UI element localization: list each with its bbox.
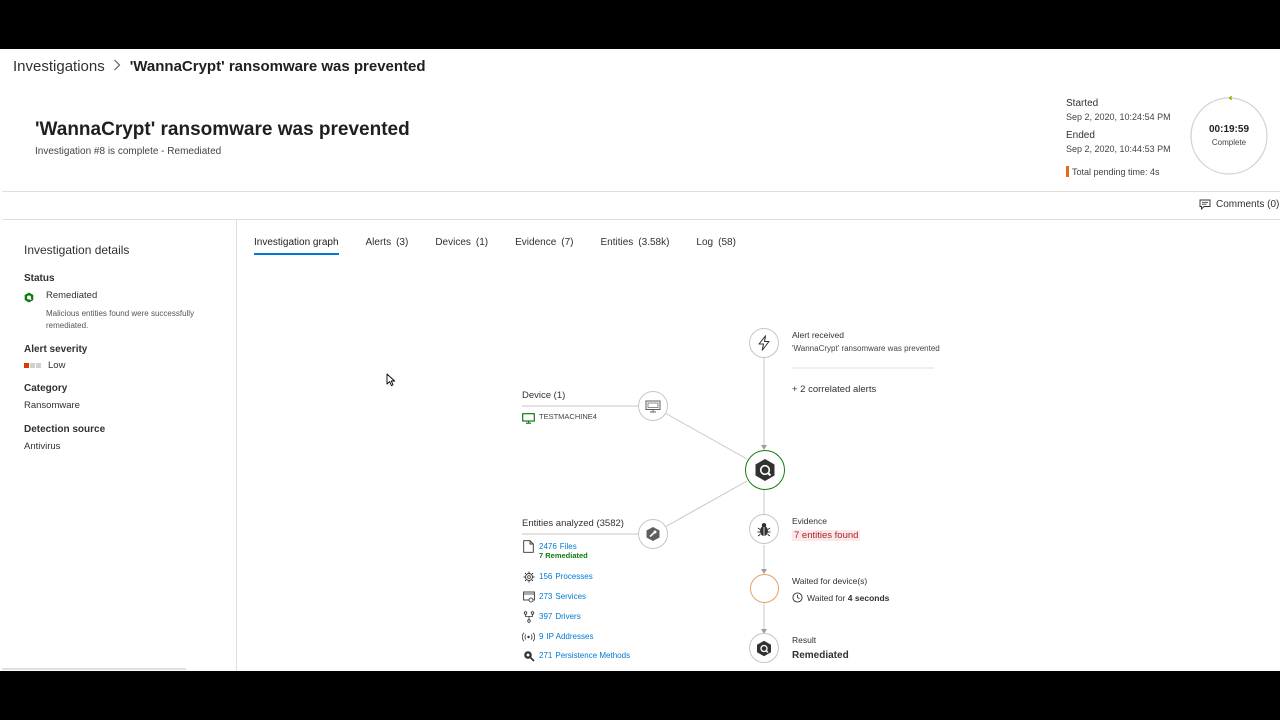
entity-drivers[interactable]: 397 Drivers: [522, 610, 581, 623]
persistence-icon: [522, 649, 535, 662]
file-icon: [522, 540, 535, 553]
alert-received-label: Alert received: [792, 330, 844, 340]
alert-node[interactable]: [749, 328, 779, 358]
computer-icon: [645, 400, 661, 412]
alert-name: 'WannaCrypt' ransomware was prevented: [792, 344, 940, 353]
result-value: Remediated: [792, 650, 849, 661]
lightning-icon: [758, 335, 770, 351]
device-node[interactable]: [638, 391, 668, 421]
broadcast-icon: [522, 630, 535, 643]
investigation-hub-node[interactable]: [745, 450, 785, 490]
mouse-cursor-icon: [386, 373, 396, 392]
bug-icon: [757, 522, 771, 536]
entity-files[interactable]: 2476 Files 7 Remediated: [522, 540, 588, 560]
waited-label: Waited for device(s): [792, 576, 868, 586]
result-shield-icon: [757, 640, 771, 656]
files-remediated-count: 7 Remediated: [539, 551, 588, 560]
service-icon: [522, 590, 535, 603]
result-node[interactable]: [749, 633, 779, 663]
correlated-alerts-link[interactable]: + 2 correlated alerts: [792, 384, 876, 395]
waiting-node[interactable]: [750, 574, 779, 603]
driver-icon: [522, 610, 535, 623]
investigation-page: Investigations 'WannaCrypt' ransomware w…: [0, 49, 1280, 671]
entity-processes[interactable]: 156 Processes: [522, 570, 593, 583]
result-label: Result: [792, 635, 817, 645]
entities-shield-icon: [646, 527, 660, 541]
entity-ip-addresses[interactable]: 9 IP Addresses: [522, 630, 593, 643]
device-name[interactable]: TESTMACHINE4: [539, 412, 597, 421]
clock-icon: [792, 592, 803, 603]
entity-services[interactable]: 273 Services: [522, 590, 586, 603]
investigation-shield-icon: [755, 459, 775, 481]
entity-persistence-methods[interactable]: 271 Persistence Methods: [522, 649, 630, 662]
evidence-node[interactable]: [749, 514, 779, 544]
evidence-value[interactable]: 7 entities found: [792, 530, 861, 541]
device-label: Device (1): [522, 390, 566, 401]
graph-edges: [522, 357, 934, 634]
gear-icon: [522, 570, 535, 583]
entities-label: Entities analyzed (3582): [522, 518, 624, 529]
horizontal-scrollbar[interactable]: [2, 668, 186, 670]
waited-duration: Waited for 4 seconds: [792, 592, 889, 603]
entities-node[interactable]: [638, 519, 668, 549]
device-monitor-icon: [522, 411, 535, 429]
evidence-label: Evidence: [792, 516, 827, 526]
